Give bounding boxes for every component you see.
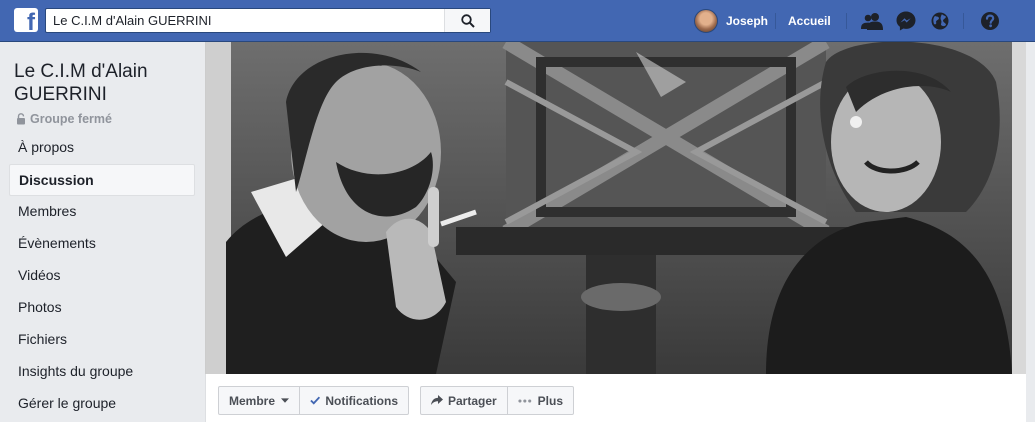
sidebar-item-photos[interactable]: Photos [9,292,195,324]
messenger-button[interactable] [895,10,917,32]
sidebar-item-files[interactable]: Fichiers [9,324,195,356]
messenger-icon [896,11,916,31]
member-button-label: Membre [229,393,276,408]
group-privacy: Groupe fermé [16,112,112,126]
facebook-logo-letter: f [27,9,35,33]
avatar [694,9,718,33]
share-arrow-icon [431,395,443,405]
group-title[interactable]: Le C.I.M d'Alain GUERRINI [14,60,199,106]
notifications-button-label: Notifications [325,393,398,408]
notifications-button[interactable]: Notifications [300,386,409,415]
chevron-down-icon [281,397,289,403]
profile-name: Joseph [726,14,769,28]
friend-requests-icon [861,13,883,30]
share-button-label: Partager [448,393,497,408]
more-button-label: Plus [537,393,563,408]
more-dots-icon [518,398,532,403]
group-privacy-label: Groupe fermé [30,112,112,126]
friend-requests-button[interactable] [861,10,883,32]
search-icon [460,13,475,28]
sidebar-item-discussion[interactable]: Discussion [9,164,195,196]
group-navigation: À propos Discussion Membres Évènements V… [9,132,195,420]
divider [963,13,964,29]
sidebar-item-about[interactable]: À propos [9,132,195,164]
sidebar-item-events[interactable]: Évènements [9,228,195,260]
search-input[interactable] [46,9,446,32]
sidebar-item-manage[interactable]: Gérer le groupe [9,388,195,420]
help-icon [981,12,999,30]
help-button[interactable] [979,10,1001,32]
lock-icon [17,113,25,125]
notifications-button[interactable] [929,10,951,32]
sidebar-item-videos[interactable]: Vidéos [9,260,195,292]
cover-photo[interactable] [205,42,1026,374]
divider [846,13,847,29]
share-button[interactable]: Partager [420,386,508,415]
more-button[interactable]: Plus [508,386,574,415]
search-box [45,8,491,33]
facebook-logo[interactable]: f [14,8,38,32]
sidebar-item-insights[interactable]: Insights du groupe [9,356,195,388]
group-actions-bar: Membre Notifications Partager Plus [205,374,1026,422]
home-link[interactable]: Accueil [788,14,831,28]
checkmark-icon [310,396,321,405]
notifications-globe-icon [931,12,949,30]
member-dropdown-button[interactable]: Membre [218,386,300,415]
cover-photo-image [206,42,1026,374]
group-sidebar: Le C.I.M d'Alain GUERRINI Groupe fermé À… [0,42,205,422]
divider [775,13,776,29]
profile-link[interactable]: Joseph [694,9,768,33]
top-navigation-bar: f Joseph Accueil [0,0,1035,42]
sidebar-item-members[interactable]: Membres [9,196,195,228]
search-button[interactable] [444,9,490,32]
scrollbar[interactable] [1026,42,1035,422]
